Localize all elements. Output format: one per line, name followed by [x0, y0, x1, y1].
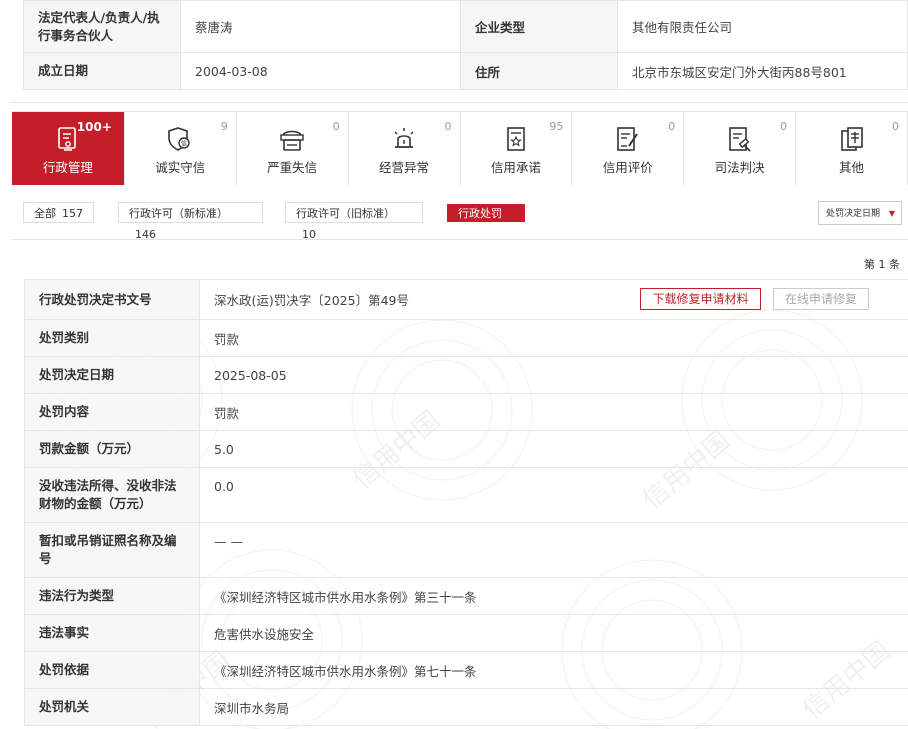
filter-label: 行政许可（旧标准） [296, 207, 395, 220]
address-value: 北京市东城区安定门外大街丙88号801 [617, 52, 908, 90]
detail-row: 处罚依据 《深圳经济特区城市供水用水条例》第七十一条 [24, 651, 908, 689]
company-info-table: 法定代表人/负责人/执行事务合伙人 蔡唐涛 企业类型 其他有限责任公司 成立日期… [23, 0, 908, 90]
filter-license-old[interactable]: 行政许可（旧标准）10 [285, 202, 423, 241]
judicial-doc-icon [728, 127, 751, 152]
download-repair-materials-button[interactable]: 下载修复申请材料 [640, 288, 761, 310]
filter-penalty[interactable]: 行政处罚 1 [447, 204, 525, 238]
tab-count: 0 [892, 120, 899, 133]
detail-row: 处罚类别 罚款 [24, 319, 908, 357]
commitment-doc-icon [507, 127, 525, 151]
detail-value: 0.0 [199, 467, 908, 523]
filter-count: 1 [464, 225, 471, 238]
tab-label: 司法判决 [714, 160, 765, 175]
company-info-row: 法定代表人/负责人/执行事务合伙人 蔡唐涛 企业类型 其他有限责任公司 [23, 0, 908, 53]
legal-rep-value: 蔡唐涛 [180, 0, 461, 53]
tab-label: 行政管理 [42, 160, 93, 175]
filter-bar: 全部 157 行政许可（新标准）146 行政许可（旧标准）10 行政处罚 1 处罚决… [12, 187, 908, 241]
tab-count: 0 [444, 120, 452, 133]
company-type-label: 企业类型 [460, 0, 618, 53]
filter-count: 157 [62, 207, 83, 220]
detail-value: 5.0 [199, 430, 908, 468]
filter-label: 行政许可（新标准） [129, 207, 228, 220]
detail-row: 处罚决定日期 2025-08-05 [24, 356, 908, 394]
detail-label: 处罚类别 [24, 319, 200, 357]
tab-label: 严重失信 [267, 160, 318, 175]
detail-row: 行政处罚决定书文号 深水政(运)罚决字〔2025〕第49号 下载修复申请材料 在… [24, 279, 908, 320]
tab-label: 经营异常 [379, 160, 430, 175]
filter-label: 全部 [34, 207, 56, 220]
sort-select[interactable]: 处罚决定日期 ▼ [818, 201, 902, 225]
tab-serious-dishonest[interactable]: 0 严重失信 [235, 112, 348, 185]
credit-category-tabs: 100+ 行政管理 9 信 诚实守信 0 严重失信 0 经营异常 95 信用承诺… [12, 111, 908, 185]
detail-value: 罚款 [199, 393, 908, 431]
dishonest-person-icon [280, 130, 304, 151]
penalty-detail-table: 行政处罚决定书文号 深水政(运)罚决字〔2025〕第49号 下载修复申请材料 在… [24, 279, 908, 726]
established-date-value: 2004-03-08 [180, 52, 461, 90]
detail-row: 暂扣或吊销证照名称及编号 — — [24, 522, 908, 578]
tab-label: 信用评价 [602, 160, 653, 175]
detail-value: 深圳市水务局 [199, 688, 908, 726]
tab-label: 其他 [839, 160, 865, 175]
filter-license-new[interactable]: 行政许可（新标准）146 [118, 202, 263, 241]
filter-label: 行政处罚 [458, 207, 502, 220]
tab-judicial[interactable]: 0 司法判决 [683, 112, 796, 185]
penalty-detail-section: 信用中国 信用中国 信用中国 信用中国 第 1 条 行政处罚决定书文号 深水政(… [12, 240, 908, 729]
tab-abnormal-operation[interactable]: 0 经营异常 [347, 112, 460, 185]
tab-credit-commitment[interactable]: 95 信用承诺 [459, 112, 572, 185]
legal-rep-label: 法定代表人/负责人/执行事务合伙人 [23, 0, 181, 53]
tab-admin-management[interactable]: 100+ 行政管理 [12, 112, 124, 185]
record-count: 第 1 条 [864, 258, 900, 271]
detail-label: 处罚决定日期 [24, 356, 200, 394]
tab-honest[interactable]: 9 信 诚实守信 [123, 112, 236, 185]
detail-value: 《深圳经济特区城市供水用水条例》第三十一条 [199, 577, 908, 615]
detail-value-cell: 深水政(运)罚决字〔2025〕第49号 下载修复申请材料 在线申请修复 [199, 279, 908, 320]
tab-count: 0 [332, 120, 340, 133]
address-label: 住所 [460, 52, 618, 90]
detail-label: 处罚内容 [24, 393, 200, 431]
detail-row: 没收违法所得、没收非法财物的金额（万元） 0.0 [24, 467, 908, 523]
detail-label: 没收违法所得、没收非法财物的金额（万元） [24, 467, 200, 523]
detail-value: 《深圳经济特区城市供水用水条例》第七十一条 [199, 651, 908, 689]
other-doc-icon [840, 127, 863, 151]
shield-credit-icon: 信 [168, 127, 191, 151]
detail-row: 处罚内容 罚款 [24, 393, 908, 431]
sort-select-label: 处罚决定日期 [826, 209, 881, 219]
detail-label: 暂扣或吊销证照名称及编号 [24, 522, 200, 578]
tab-label: 诚实守信 [155, 160, 206, 175]
online-repair-button[interactable]: 在线申请修复 [773, 288, 869, 310]
detail-value: — — [199, 522, 908, 578]
detail-label: 行政处罚决定书文号 [24, 279, 200, 320]
detail-row: 违法行为类型 《深圳经济特区城市供水用水条例》第三十一条 [24, 577, 908, 615]
detail-row: 罚款金额（万元） 5.0 [24, 430, 908, 468]
detail-value: 罚款 [199, 319, 908, 357]
filter-all[interactable]: 全部 157 [23, 202, 94, 223]
tab-count: 95 [549, 120, 564, 133]
detail-label: 违法行为类型 [24, 577, 200, 615]
company-type-value: 其他有限责任公司 [617, 0, 908, 53]
tab-other[interactable]: 0 其他 [795, 112, 907, 185]
tab-count: 0 [668, 120, 676, 133]
chevron-down-icon: ▼ [888, 209, 895, 218]
svg-text:信: 信 [181, 140, 187, 148]
evaluation-doc-icon [617, 127, 638, 151]
detail-label: 处罚机关 [24, 688, 200, 726]
company-info-section: 法定代表人/负责人/执行事务合伙人 蔡唐涛 企业类型 其他有限责任公司 成立日期… [10, 0, 908, 103]
detail-row: 违法事实 危害供水设施安全 [24, 614, 908, 652]
detail-value: 危害供水设施安全 [199, 614, 908, 652]
tab-count: 100+ [76, 120, 112, 134]
detail-value: 2025-08-05 [199, 356, 908, 394]
detail-value: 深水政(运)罚决字〔2025〕第49号 [214, 293, 409, 308]
tab-credit-evaluation[interactable]: 0 信用评价 [571, 112, 684, 185]
detail-label: 处罚依据 [24, 651, 200, 689]
tab-count: 0 [780, 120, 788, 133]
detail-label: 违法事实 [24, 614, 200, 652]
detail-row: 处罚机关 深圳市水务局 [24, 688, 908, 726]
alarm-light-icon [394, 128, 414, 148]
tab-count: 9 [220, 120, 228, 133]
detail-label: 罚款金额（万元） [24, 430, 200, 468]
company-info-row: 成立日期 2004-03-08 住所 北京市东城区安定门外大街丙88号801 [23, 52, 908, 90]
tab-label: 信用承诺 [490, 160, 541, 175]
established-date-label: 成立日期 [23, 52, 181, 90]
